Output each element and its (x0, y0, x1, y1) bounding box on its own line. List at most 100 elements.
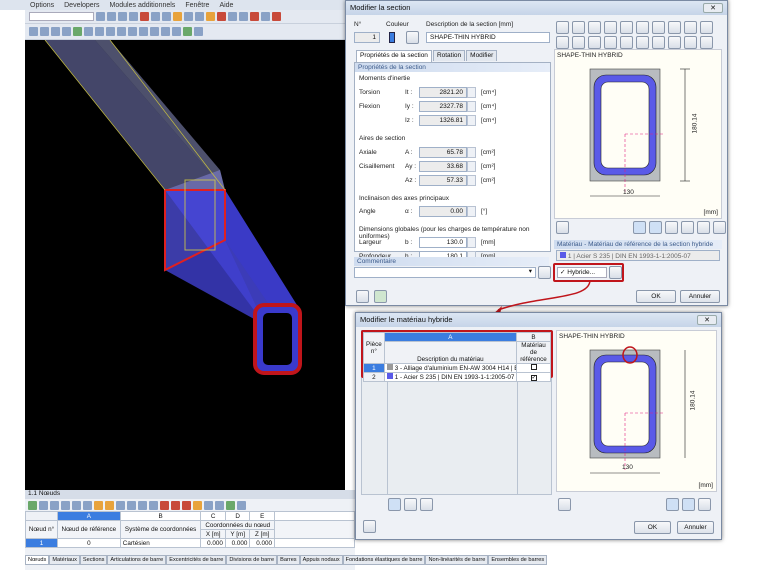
cell-x[interactable]: 0.000 (200, 538, 226, 548)
spinner[interactable] (467, 87, 476, 98)
tab-6[interactable]: Barres (277, 555, 300, 565)
shape-type-button[interactable] (636, 36, 649, 49)
tab-1[interactable]: Matériaux (49, 555, 80, 565)
cell-piece-no[interactable]: 2 (363, 372, 385, 382)
section-description-input[interactable]: SHAPE-THIN HYBRID (426, 32, 550, 43)
spinner[interactable] (467, 115, 476, 126)
cell-ref[interactable]: 0 (56, 538, 121, 548)
tool-icon[interactable] (72, 500, 81, 510)
tool-icon[interactable] (28, 500, 37, 510)
tool-icon[interactable] (50, 500, 59, 510)
tab-8[interactable]: Fondations élastiques de barre (342, 555, 426, 565)
info-button[interactable] (556, 221, 569, 234)
tool-icon[interactable] (171, 500, 180, 510)
close-button[interactable]: ✕ (703, 3, 723, 13)
tool-icon[interactable] (117, 27, 126, 36)
show-outline-button[interactable] (681, 221, 694, 234)
table-row[interactable]: 1 3 - Alliage d'aluminium EN-AW 3004 H14 … (363, 363, 551, 373)
checkbox-icon[interactable]: ✓ (530, 374, 537, 381)
show-values-button[interactable] (697, 221, 710, 234)
tool-icon[interactable] (272, 12, 281, 21)
zoom-button[interactable] (698, 498, 711, 511)
menu-help[interactable]: Aide (219, 2, 233, 9)
tab-5[interactable]: Divisions de barre (226, 555, 278, 565)
shape-type-button[interactable] (620, 36, 633, 49)
shape-type-button[interactable] (604, 21, 617, 34)
show-dimensions-button[interactable] (633, 221, 646, 234)
tab-modify[interactable]: Modifier (466, 50, 498, 61)
zoom-button[interactable] (713, 221, 726, 234)
ok-button[interactable]: OK (634, 521, 671, 534)
tool-icon[interactable] (150, 27, 159, 36)
edit-material-button[interactable] (420, 498, 433, 511)
shape-type-button[interactable] (652, 21, 665, 34)
tool-icon[interactable] (173, 12, 182, 21)
tool-icon[interactable] (149, 500, 158, 510)
tab-rotation[interactable]: Rotation (432, 50, 466, 61)
spinner[interactable] (467, 101, 476, 112)
new-material-button[interactable] (404, 498, 417, 511)
library-button[interactable] (388, 498, 401, 511)
tool-icon[interactable] (237, 500, 246, 510)
tab-9[interactable]: Non-linéarités de barre (425, 555, 489, 565)
tool-icon[interactable] (161, 27, 170, 36)
shape-type-button[interactable] (556, 36, 569, 49)
tool-icon[interactable] (194, 27, 203, 36)
shape-type-button[interactable] (684, 21, 697, 34)
cell-y[interactable]: 0.000 (224, 538, 251, 548)
hybrid-edit-button[interactable] (609, 266, 622, 279)
tool-icon[interactable] (51, 27, 60, 36)
shape-type-button[interactable] (588, 36, 601, 49)
spinner[interactable] (467, 206, 476, 217)
tool-icon[interactable] (61, 500, 70, 510)
tool-icon[interactable] (95, 27, 104, 36)
calculator-button[interactable] (374, 290, 387, 303)
menu-options[interactable]: Options (30, 2, 54, 9)
3d-viewport[interactable] (25, 39, 345, 490)
tool-icon[interactable] (228, 12, 237, 21)
checkbox-icon[interactable] (530, 364, 537, 370)
tool-icon[interactable] (239, 12, 248, 21)
tool-icon[interactable] (226, 500, 235, 510)
color-picker-button[interactable] (406, 31, 419, 44)
tool-icon[interactable] (118, 12, 127, 21)
tab-3[interactable]: Articulations de barre (107, 555, 167, 565)
tool-icon[interactable] (83, 500, 92, 510)
tool-icon[interactable] (40, 27, 49, 36)
tool-icon[interactable] (182, 500, 191, 510)
tab-2[interactable]: Sections (79, 555, 108, 565)
cell-piece-no[interactable]: 1 (363, 363, 385, 373)
spinner[interactable] (467, 237, 476, 248)
tool-icon[interactable] (116, 500, 125, 510)
tool-icon[interactable] (39, 500, 48, 510)
tool-icon[interactable] (160, 500, 169, 510)
tool-icon[interactable] (172, 27, 181, 36)
spinner[interactable] (467, 175, 476, 186)
shape-type-button[interactable] (668, 21, 681, 34)
tab-10[interactable]: Ensembles de barres (488, 555, 548, 565)
tool-icon[interactable] (215, 500, 224, 510)
tab-4[interactable]: Excentricités de barre (166, 555, 227, 565)
shape-type-button[interactable] (684, 36, 697, 49)
toolbar-dropdown[interactable] (29, 12, 94, 21)
prev-icon[interactable] (96, 12, 105, 21)
help-button[interactable] (363, 520, 376, 533)
menu-window[interactable]: Fenêtre (185, 2, 209, 9)
ok-button[interactable]: OK (636, 290, 676, 303)
shape-type-button[interactable] (572, 36, 585, 49)
shape-type-button[interactable] (588, 21, 601, 34)
property-value-field[interactable]: 130.0 (419, 237, 467, 248)
tool-icon[interactable] (162, 12, 171, 21)
menu-developers[interactable]: Developers (64, 2, 99, 9)
shape-type-button[interactable] (572, 21, 585, 34)
cancel-button[interactable]: Annuler (680, 290, 720, 303)
cell-node-no[interactable]: 1 (25, 538, 58, 548)
tool-icon[interactable] (62, 27, 71, 36)
info-button[interactable] (558, 498, 571, 511)
tool-icon[interactable] (204, 500, 213, 510)
close-button[interactable]: ✕ (697, 315, 717, 325)
cell-material[interactable]: 1 - Acier S 235 | DIN EN 1993-1-1:2005-0… (383, 372, 518, 382)
table-row[interactable]: 1 0 Cartésien 0.000 0.000 0.000 (25, 538, 355, 548)
section-no-field[interactable]: 1 (354, 32, 380, 43)
reference-checkbox[interactable]: ✓ (516, 372, 551, 382)
